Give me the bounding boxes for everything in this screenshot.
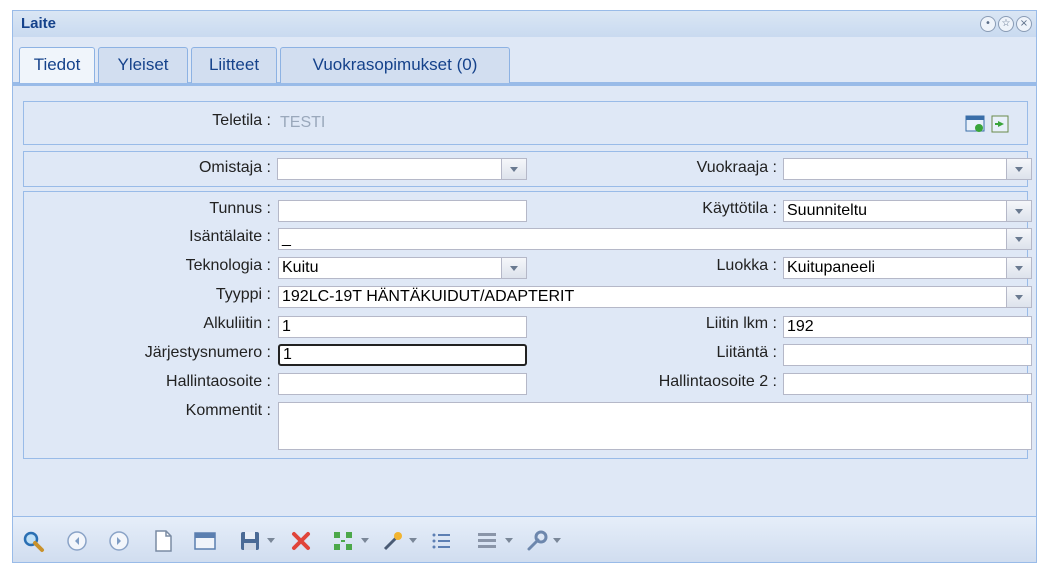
close-icon[interactable]: × <box>1016 16 1032 32</box>
alkuliitin-label: Alkuliitin : <box>203 315 271 332</box>
bottom-toolbar <box>13 516 1036 562</box>
vuokraaja-combo[interactable] <box>783 158 1032 180</box>
liitanta-field[interactable] <box>783 344 1032 366</box>
go-arrow-icon[interactable] <box>990 113 1012 135</box>
search-icon[interactable] <box>21 529 45 553</box>
luokka-combo[interactable]: Kuitupaneeli <box>783 257 1032 279</box>
star-icon[interactable]: ☆ <box>998 16 1014 32</box>
alkuliitin-field[interactable]: 1 <box>278 316 527 338</box>
wrench-icon[interactable] <box>525 529 549 553</box>
window-titlebar: Laite • ☆ × <box>13 11 1036 37</box>
tab-liitteet[interactable]: Liitteet <box>191 47 277 83</box>
window-tools: • ☆ × <box>980 16 1032 32</box>
save-icon[interactable] <box>238 529 262 553</box>
window-title: Laite <box>21 15 57 32</box>
owner-fieldset: Omistaja : Vuokraaja : <box>23 151 1032 187</box>
isantalaite-combo[interactable]: _ <box>278 228 1032 250</box>
tunnus-field[interactable] <box>278 200 527 222</box>
chevron-down-icon[interactable] <box>501 159 526 179</box>
next-icon[interactable] <box>107 529 131 553</box>
chevron-down-icon[interactable] <box>1006 159 1031 179</box>
prev-icon[interactable] <box>65 529 89 553</box>
tunnus-label: Tunnus : <box>209 200 271 217</box>
save-dropdown-icon[interactable] <box>267 538 275 543</box>
tab-bar: Tiedot Yleiset Liitteet Vuokrasopimukset… <box>13 37 1036 86</box>
omistaja-label: Omistaja : <box>198 159 271 176</box>
isantalaite-label: Isäntälaite : <box>189 228 271 245</box>
omistaja-combo[interactable] <box>277 158 527 180</box>
chevron-down-icon[interactable] <box>1006 287 1031 307</box>
teletila-field: TESTI <box>280 114 326 131</box>
columns-icon[interactable] <box>475 529 499 553</box>
chevron-down-icon[interactable] <box>1006 229 1031 249</box>
laite-window: Laite • ☆ × Tiedot Yleiset Liitteet Vuok… <box>12 10 1037 563</box>
teletila-label: Teletila : <box>212 112 271 129</box>
teknologia-value: Kuitu <box>282 259 319 276</box>
tab-vuokrasopimukset[interactable]: Vuokrasopimukset (0) <box>280 47 510 83</box>
hallintaosoite2-label: Hallintaosoite 2 : <box>658 373 777 390</box>
kommentit-textarea[interactable] <box>278 402 1032 450</box>
window-icon[interactable] <box>193 529 217 553</box>
collapse-icon[interactable]: • <box>980 16 996 32</box>
new-document-icon[interactable] <box>151 529 175 553</box>
chevron-down-icon[interactable] <box>1006 201 1031 221</box>
hallintaosoite2-field[interactable] <box>783 373 1032 395</box>
tyyppi-label: Tyyppi : <box>215 286 271 303</box>
hallintaosoite-field[interactable] <box>278 373 527 395</box>
kayttotila-label: Käyttötila : <box>702 200 777 217</box>
wrench-dropdown-icon[interactable] <box>553 538 561 543</box>
device-fieldset: Tunnus : Käyttötila : Suunniteltu Isäntä… <box>23 191 1032 459</box>
teletila-fieldset: Teletila : TESTI <box>23 101 1028 145</box>
kayttotila-value: Suunniteltu <box>787 202 868 219</box>
wand-dropdown-icon[interactable] <box>409 538 417 543</box>
luokka-label: Luokka : <box>716 257 777 274</box>
select-window-icon[interactable] <box>964 113 986 135</box>
delete-icon[interactable] <box>289 529 313 553</box>
jarjestysnumero-label: Järjestysnumero : <box>144 344 271 361</box>
tyyppi-combo[interactable]: 192LC-19T HÄNTÄKUIDUT/ADAPTERIT <box>278 286 1032 308</box>
liitin-lkm-label: Liitin lkm : <box>705 315 777 332</box>
kommentit-label: Kommentit : <box>185 402 271 419</box>
liitanta-label: Liitäntä : <box>716 344 777 361</box>
form-body: Teletila : TESTI Omistaja : Vuokraaja : <box>13 86 1036 516</box>
teknologia-combo[interactable]: Kuitu <box>278 257 527 279</box>
chevron-down-icon[interactable] <box>501 258 526 278</box>
hallintaosoite-label: Hallintaosoite : <box>166 373 271 390</box>
list-icon[interactable] <box>429 529 453 553</box>
tab-tiedot[interactable]: Tiedot <box>19 47 95 83</box>
tyyppi-value: 192LC-19T HÄNTÄKUIDUT/ADAPTERIT <box>282 288 575 305</box>
columns-dropdown-icon[interactable] <box>505 538 513 543</box>
kayttotila-combo[interactable]: Suunniteltu <box>783 200 1032 222</box>
chevron-down-icon[interactable] <box>1006 258 1031 278</box>
wand-icon[interactable] <box>381 529 405 553</box>
tab-yleiset[interactable]: Yleiset <box>98 47 188 83</box>
layout-icon[interactable] <box>331 529 355 553</box>
liitin-lkm-field[interactable]: 192 <box>783 316 1032 338</box>
teknologia-label: Teknologia : <box>185 257 271 274</box>
vuokraaja-label: Vuokraaja : <box>696 159 777 176</box>
luokka-value: Kuitupaneeli <box>787 259 876 276</box>
isantalaite-value: _ <box>282 230 291 247</box>
layout-dropdown-icon[interactable] <box>361 538 369 543</box>
jarjestysnumero-field[interactable]: 1 <box>278 344 527 366</box>
